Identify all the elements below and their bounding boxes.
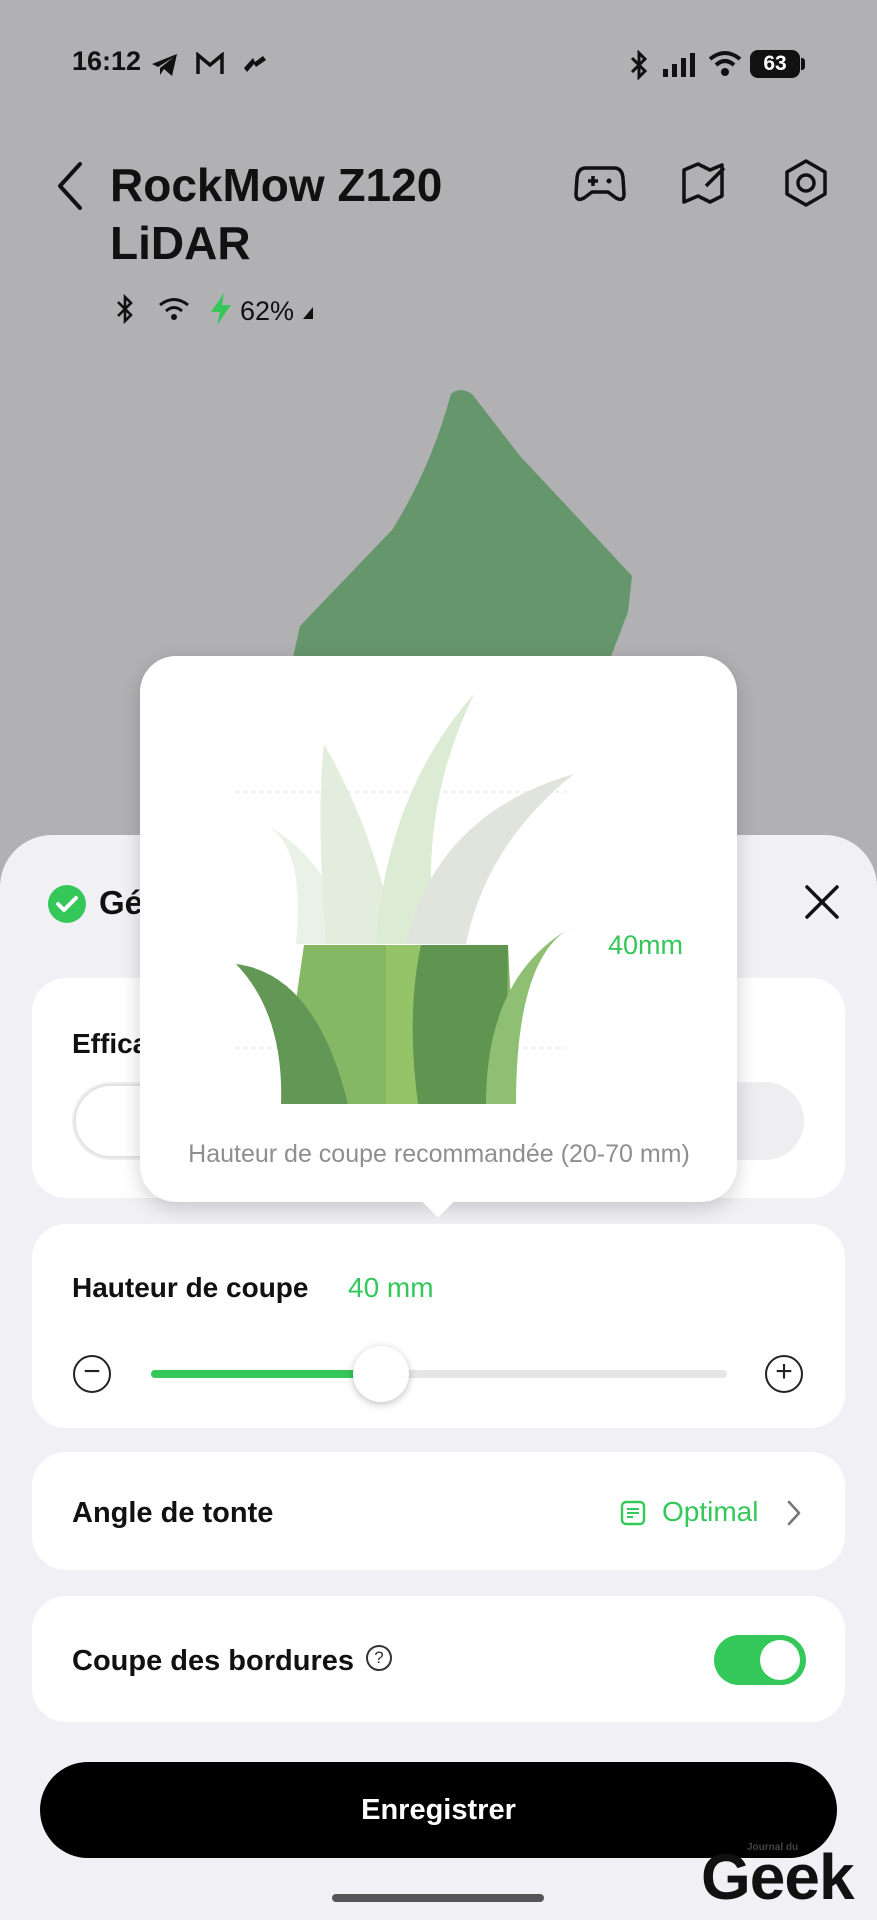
efficiency-label: Effica <box>72 1028 149 1059</box>
sheet-title: Gé <box>99 884 144 921</box>
signal-icon <box>663 53 695 77</box>
app-icon <box>244 56 266 72</box>
toggle-knob <box>760 1640 800 1680</box>
mowing-angle-label: Angle de tonte <box>72 1497 274 1529</box>
plus-circle-icon[interactable]: + <box>765 1355 803 1393</box>
close-icon[interactable] <box>804 884 840 920</box>
settings-icon[interactable] <box>782 158 830 208</box>
caret-icon[interactable] <box>302 306 314 320</box>
chevron-left-icon[interactable] <box>52 160 88 212</box>
gamepad-icon[interactable] <box>574 160 626 206</box>
bluetooth-icon <box>630 50 648 80</box>
popup-caption: Hauteur de coupe recommandée (20-70 mm) <box>188 1140 690 1168</box>
wifi-icon <box>708 51 742 76</box>
battery-indicator: 63 <box>750 50 800 78</box>
status-time: 16:12 <box>72 46 142 76</box>
cutting-height-label: Hauteur de coupe <box>72 1272 309 1303</box>
cutting-height-value: 40 mm <box>348 1272 434 1303</box>
cutting-height-card <box>32 1224 845 1428</box>
mowing-angle-value: Optimal <box>662 1496 759 1527</box>
page-title: RockMow Z120 LiDAR <box>110 159 443 269</box>
charging-bolt-icon <box>211 293 231 325</box>
grass-illustration <box>236 694 574 1104</box>
home-indicator[interactable] <box>332 1894 544 1902</box>
popup-height-label: 40mm <box>608 930 684 960</box>
mowing-zone-map[interactable] <box>280 380 640 680</box>
border-cutting-label: Coupe des bordures <box>72 1645 354 1677</box>
mower-battery-percent: 62% <box>240 296 295 326</box>
slider-fill <box>151 1370 381 1378</box>
check-circle-icon <box>48 885 86 923</box>
pattern-icon <box>620 1500 646 1526</box>
gmail-icon <box>196 52 224 74</box>
watermark-logo: Geek <box>701 1841 855 1913</box>
help-icon[interactable]: ? <box>366 1645 392 1671</box>
wifi-icon <box>159 298 189 320</box>
slider-thumb[interactable] <box>353 1346 409 1402</box>
battery-tip <box>801 58 805 70</box>
map-edit-icon[interactable] <box>680 160 728 206</box>
bluetooth-icon <box>117 294 133 324</box>
chevron-right-icon[interactable] <box>786 1500 802 1526</box>
telegram-icon <box>152 54 177 76</box>
minus-circle-icon[interactable]: − <box>73 1355 111 1393</box>
